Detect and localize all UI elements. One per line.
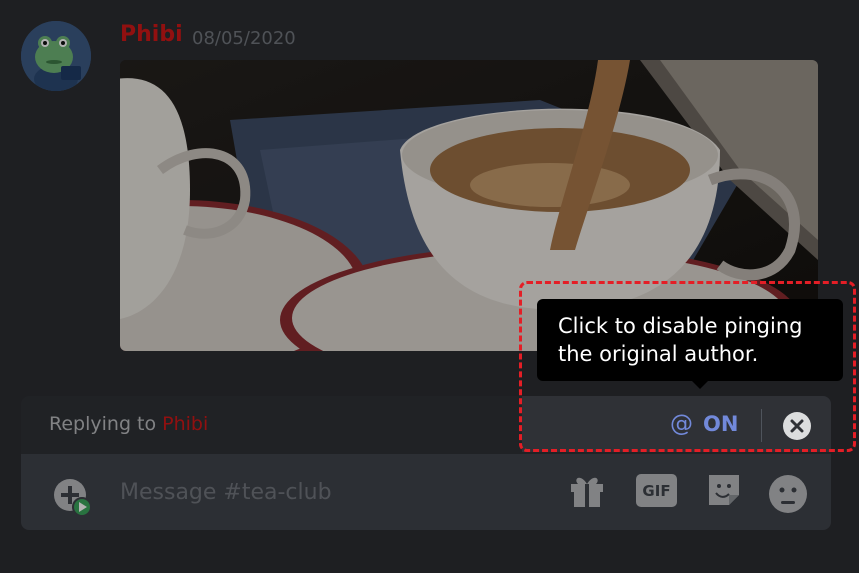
gif-button[interactable]: GIF xyxy=(636,474,677,507)
avatar[interactable] xyxy=(21,21,91,91)
gift-icon xyxy=(571,477,603,507)
reply-author[interactable]: Phibi xyxy=(162,413,208,435)
message-input[interactable]: Message #tea-club xyxy=(120,480,332,505)
sticker-button[interactable] xyxy=(705,471,743,513)
gift-button[interactable] xyxy=(568,471,606,513)
reply-text: Replying to Phibi xyxy=(49,413,208,435)
message-composer: Message #tea-club GIF xyxy=(21,454,831,530)
emoji-button[interactable] xyxy=(768,474,808,518)
reply-prefix: Replying to xyxy=(49,413,163,435)
frog-avatar-icon xyxy=(21,21,91,91)
sticker-icon xyxy=(709,475,739,505)
emoji-icon xyxy=(769,475,807,513)
message-author[interactable]: Phibi xyxy=(120,22,183,47)
highlight-annotation xyxy=(519,281,856,452)
add-attachment-button[interactable] xyxy=(52,477,92,521)
message-timestamp: 08/05/2020 xyxy=(192,28,296,49)
add-attachment-icon xyxy=(54,479,92,517)
